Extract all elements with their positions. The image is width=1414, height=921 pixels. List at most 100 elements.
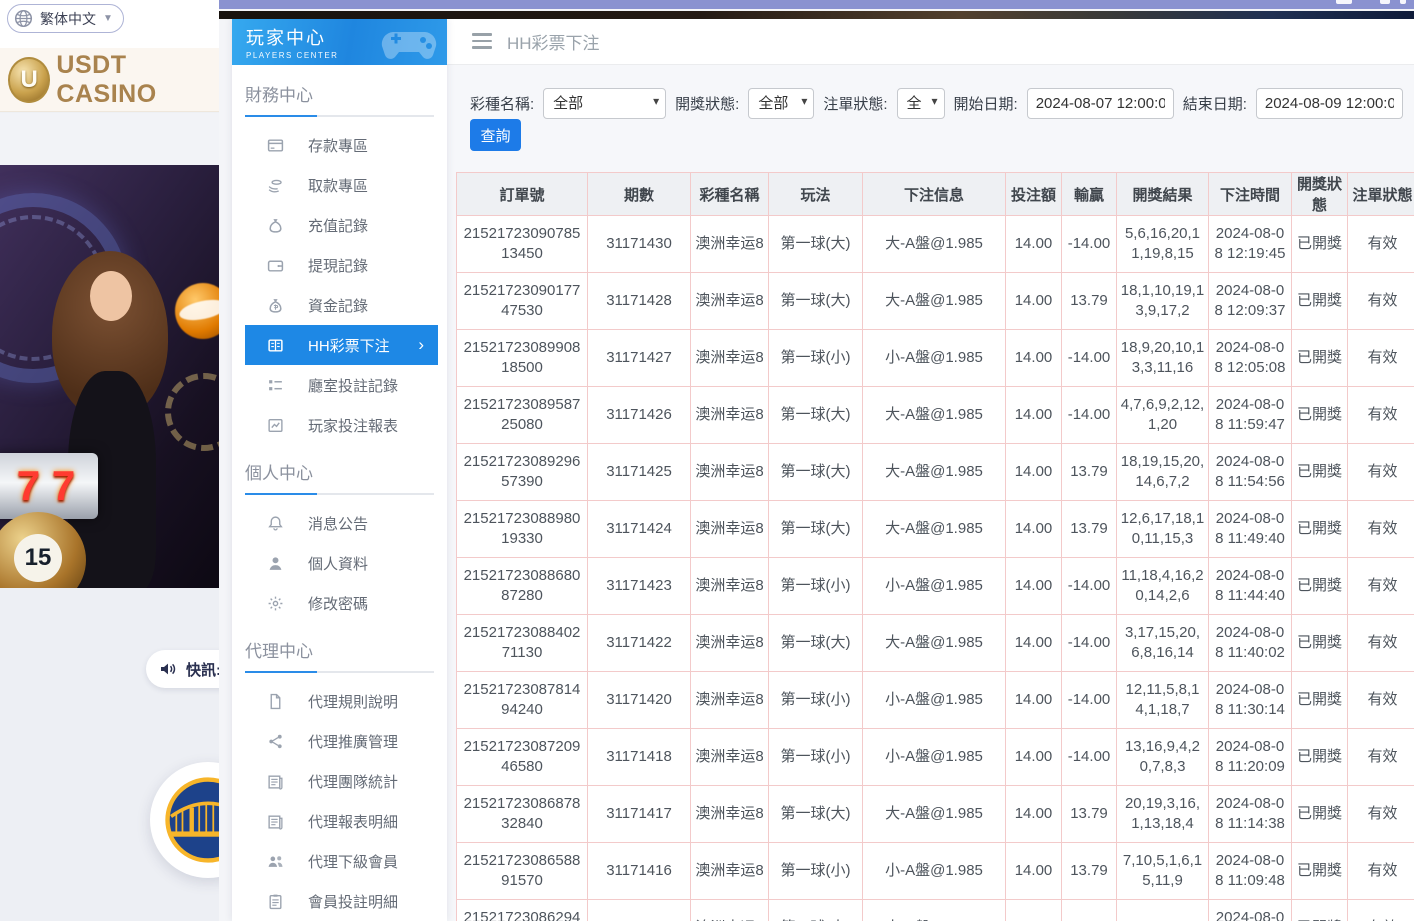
- cell-bet-time: 2024-08-08 11:20:09: [1209, 729, 1292, 786]
- hamburger-menu-icon[interactable]: [472, 33, 492, 49]
- cell-order-no: 2152172309078513450: [457, 216, 588, 273]
- table-row: 215217230884027113031171422澳洲幸运8第一球(大)大-…: [457, 615, 1414, 672]
- cell-win-loss: -14.00: [1062, 558, 1117, 615]
- cell-order-no: 2152172309017747530: [457, 273, 588, 330]
- sidebar-item-agent-team-stats[interactable]: 代理團隊統計: [232, 761, 447, 801]
- cell-bet-info: 大-A盤@1.985: [863, 900, 1006, 921]
- sidebar-item-label: 取款專區: [308, 175, 368, 196]
- cell-play-type: 第一球(大): [769, 615, 863, 672]
- lottery-type-select[interactable]: 全部: [543, 88, 666, 119]
- cell-draw-status: 已開獎: [1292, 786, 1348, 843]
- content-header: HH彩票下注: [447, 18, 1414, 65]
- cell-lottery-name: 澳洲幸运8: [691, 216, 769, 273]
- cell-order-status: 有效: [1348, 387, 1414, 444]
- cell-order-status: 有效: [1348, 900, 1414, 921]
- sidebar-item-member-bet-detail[interactable]: 會員投註明細: [232, 881, 447, 921]
- column-header-bet-amount: 投注額: [1006, 173, 1062, 216]
- lottery-icon: [267, 337, 284, 354]
- deposit-icon: [267, 137, 284, 154]
- sidebar-item-withdraw-area[interactable]: 取款專區: [232, 165, 447, 205]
- language-selector[interactable]: 繁体中文 ▼: [7, 4, 124, 33]
- brand-logo[interactable]: U USDT CASINO: [0, 48, 219, 112]
- draw-status-label: 開獎狀態:: [675, 93, 739, 114]
- cell-bet-time: 2024-08-08: [1209, 900, 1292, 921]
- column-header-period: 期數: [588, 173, 691, 216]
- bridge-logo-icon: [164, 776, 219, 864]
- end-date-input[interactable]: [1256, 88, 1403, 119]
- draw-status-select[interactable]: 全部: [748, 88, 814, 119]
- cell-draw-result: 4,7,6,9,2,12,1,20: [1117, 387, 1209, 444]
- sidebar-item-recharge-record[interactable]: 充值記錄: [232, 205, 447, 245]
- topbar-icon-fragment: [1380, 0, 1390, 4]
- table-row: 215217230878149424031171420澳洲幸运8第一球(小)小-…: [457, 672, 1414, 729]
- sidebar-item-agent-sub-members[interactable]: 代理下級會員: [232, 841, 447, 881]
- news-ticker: 快訊:: [146, 650, 219, 688]
- sidebar-item-player-bet-report[interactable]: 玩家投注報表: [232, 405, 447, 445]
- table-row: 215217230889801933031171424澳洲幸运8第一球(大)大-…: [457, 501, 1414, 558]
- sidebar-section-title: 個人中心: [232, 445, 447, 493]
- sidebar-item-hall-bet-record[interactable]: 廳室投註記錄: [232, 365, 447, 405]
- lottery-type-label: 彩種名稱:: [470, 93, 534, 114]
- cell-lottery-name: 澳洲幸运8: [691, 387, 769, 444]
- sidebar-item-deposit-area[interactable]: 存款專區: [232, 125, 447, 165]
- top-dark-band: [219, 11, 1414, 19]
- cell-bet-time: 2024-08-08 11:59:47: [1209, 387, 1292, 444]
- query-button[interactable]: 查詢: [470, 119, 521, 151]
- cell-bet-info: 小-A盤@1.985: [863, 330, 1006, 387]
- page-title: HH彩票下注: [507, 29, 600, 54]
- cell-bet-time: 2024-08-08 11:49:40: [1209, 501, 1292, 558]
- cell-period: 31171422: [588, 615, 691, 672]
- sidebar-item-personal-profile[interactable]: 個人資料: [232, 543, 447, 583]
- sidebar-item-funds-record[interactable]: 資金記錄: [232, 285, 447, 325]
- cell-bet-amount: 14.00: [1006, 786, 1062, 843]
- sidebar-item-news-announcement[interactable]: 消息公告: [232, 503, 447, 543]
- sidebar-section-underline: [245, 493, 434, 495]
- cell-play-type: 第一球(大): [769, 444, 863, 501]
- sidebar-item-hh-lottery-bets[interactable]: HH彩票下注›: [245, 325, 438, 365]
- order-status-select[interactable]: 全部: [897, 88, 945, 119]
- cell-draw-status: 已開獎: [1292, 900, 1348, 921]
- cell-lottery-name: 澳洲幸运8: [691, 729, 769, 786]
- cell-draw-status: 已開獎: [1292, 729, 1348, 786]
- sidebar-header: 玩家中心 PLAYERS CENTER: [232, 18, 447, 65]
- cell-draw-status: 已開獎: [1292, 843, 1348, 900]
- globe-icon: [14, 9, 33, 28]
- gamepad-icon: [379, 22, 439, 62]
- cell-bet-time: 2024-08-08 12:09:37: [1209, 273, 1292, 330]
- cell-order-status: 有效: [1348, 672, 1414, 729]
- cell-bet-time: 2024-08-08 11:40:02: [1209, 615, 1292, 672]
- cell-bet-info: 大-A盤@1.985: [863, 786, 1006, 843]
- cell-win-loss: 13.79: [1062, 501, 1117, 558]
- table-row: 215217230868783284031171417澳洲幸运8第一球(大)大-…: [457, 786, 1414, 843]
- sidebar-item-change-password[interactable]: 修改密碼: [232, 583, 447, 623]
- sidebar-item-label: 代理推廣管理: [308, 731, 398, 752]
- cell-order-status: 有效: [1348, 558, 1414, 615]
- gear-decor: [165, 373, 219, 451]
- column-header-lottery-name: 彩種名稱: [691, 173, 769, 216]
- cell-bet-info: 大-A盤@1.985: [863, 444, 1006, 501]
- sidebar-item-agent-promotion[interactable]: 代理推廣管理: [232, 721, 447, 761]
- cell-lottery-name: 澳洲幸运8: [691, 900, 769, 921]
- news-ticker-label: 快訊:: [186, 659, 219, 680]
- cell-draw-result: 18,9,20,10,13,3,11,16: [1117, 330, 1209, 387]
- cell-bet-amount: 14.00: [1006, 501, 1062, 558]
- cell-order-status: 有效: [1348, 729, 1414, 786]
- player-center-sidebar: 玩家中心 PLAYERS CENTER 財務中心存款專區取款專區充值記錄提現記錄…: [232, 18, 447, 921]
- sidebar-item-agent-rules[interactable]: 代理規則說明: [232, 681, 447, 721]
- cell-draw-status: 已開獎: [1292, 273, 1348, 330]
- sidebar-item-agent-report-detail[interactable]: 代理報表明細: [232, 801, 447, 841]
- topbar-icon-fragment: [1400, 0, 1406, 4]
- cell-draw-result: 18,1,10,19,13,9,17,2: [1117, 273, 1209, 330]
- cell-bet-amount: 14.00: [1006, 216, 1062, 273]
- start-date-input[interactable]: [1027, 88, 1174, 119]
- cell-win-loss: -14.00: [1062, 387, 1117, 444]
- cell-draw-result: 12,6,17,18,10,11,15,3: [1117, 501, 1209, 558]
- sidebar-item-label: 充值記錄: [308, 215, 368, 236]
- cell-order-no: 2152172308929657390: [457, 444, 588, 501]
- sidebar-item-cashout-record[interactable]: 提現記錄: [232, 245, 447, 285]
- cell-lottery-name: 澳洲幸运8: [691, 672, 769, 729]
- cell-order-no: 2152172308868087280: [457, 558, 588, 615]
- cell-bet-info: 小-A盤@1.985: [863, 558, 1006, 615]
- cell-bet-time: 2024-08-08 11:09:48: [1209, 843, 1292, 900]
- cell-lottery-name: 澳洲幸运8: [691, 615, 769, 672]
